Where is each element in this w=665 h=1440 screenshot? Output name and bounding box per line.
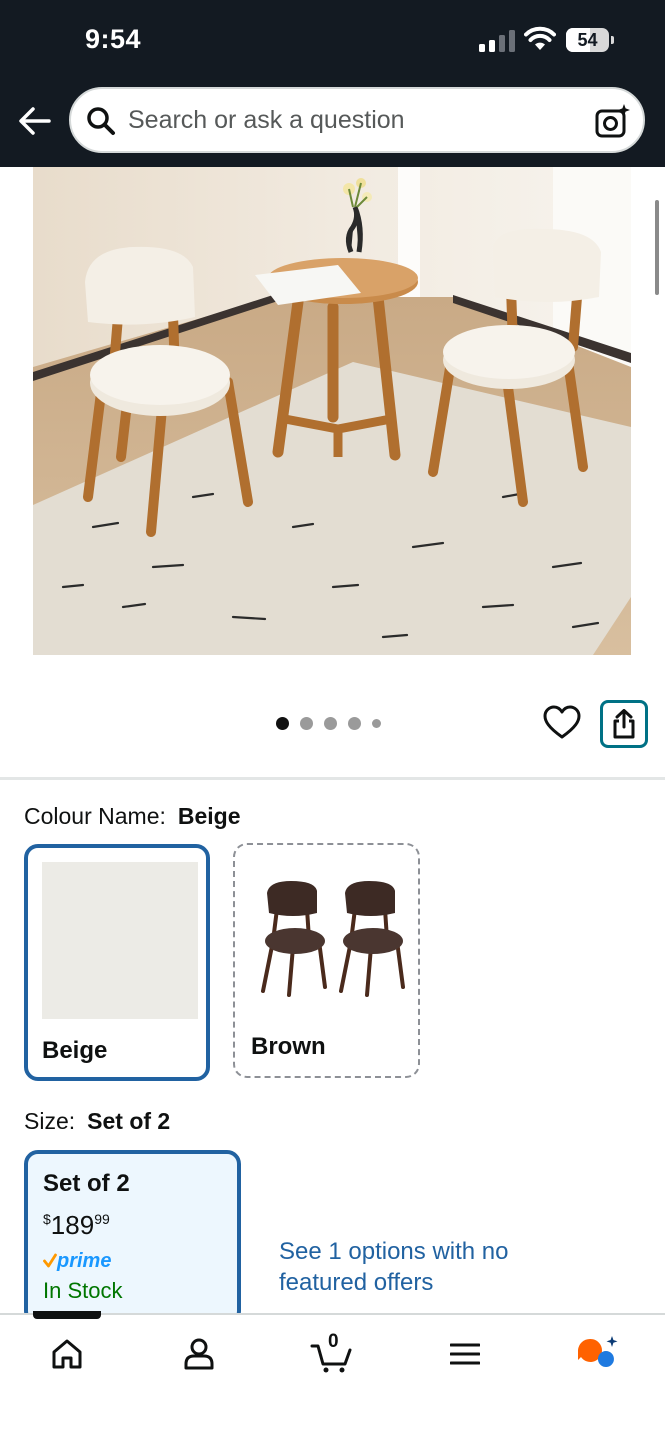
prime-badge: prime xyxy=(43,1250,111,1274)
colour-swatch-brown[interactable]: Brown xyxy=(233,843,420,1078)
colour-label-text: Colour Name: xyxy=(24,803,166,829)
size-label-text: Size: xyxy=(24,1108,76,1134)
menu-icon xyxy=(450,1343,480,1365)
size-option-title: Set of 2 xyxy=(43,1170,130,1197)
colour-swatch-beige[interactable]: Beige xyxy=(24,844,210,1081)
price-symbol: $ xyxy=(43,1211,51,1227)
wishlist-heart-icon[interactable] xyxy=(543,704,581,742)
share-button[interactable] xyxy=(600,700,648,748)
image-carousel-dots[interactable] xyxy=(276,716,381,730)
nav-rufus[interactable] xyxy=(567,1329,627,1379)
colour-selected-value: Beige xyxy=(177,803,241,829)
tab-indicator xyxy=(33,1311,101,1319)
carousel-dot[interactable] xyxy=(348,716,361,730)
search-bar[interactable] xyxy=(69,87,645,153)
availability-status: In Stock xyxy=(43,1278,123,1303)
swatch-label: Beige xyxy=(42,1037,108,1064)
brown-chairs-thumbnail xyxy=(261,881,405,997)
status-time: 9:54 xyxy=(85,24,142,54)
back-arrow-icon[interactable] xyxy=(18,104,52,138)
cart-count: 0 xyxy=(328,1331,339,1352)
prime-label: prime xyxy=(57,1250,112,1272)
wifi-icon xyxy=(524,26,556,50)
carousel-dot[interactable] xyxy=(324,716,337,730)
price: $18999 xyxy=(43,1210,110,1241)
search-icon xyxy=(87,107,115,135)
battery-level: 54 xyxy=(577,30,598,50)
carousel-dot[interactable] xyxy=(372,718,381,728)
cellular-signal-icon xyxy=(479,30,515,52)
share-icon xyxy=(613,709,635,739)
nav-cart[interactable]: 0 xyxy=(302,1329,362,1379)
camera-search-icon[interactable] xyxy=(595,103,631,139)
swatch-label: Brown xyxy=(251,1033,326,1060)
product-image[interactable] xyxy=(33,167,631,655)
battery-indicator: 54 xyxy=(566,28,614,52)
carousel-dot[interactable] xyxy=(300,716,313,730)
nav-account[interactable] xyxy=(169,1329,229,1379)
price-whole: 189 xyxy=(50,1210,95,1240)
size-selected-value: Set of 2 xyxy=(87,1108,171,1134)
size-option-set-of-2[interactable]: Set of 2 $18999 prime In Stock xyxy=(24,1150,241,1325)
scroll-indicator xyxy=(655,200,659,295)
prime-check-icon xyxy=(43,1253,57,1268)
price-fraction: 99 xyxy=(94,1211,110,1227)
home-icon xyxy=(52,1339,82,1369)
section-divider xyxy=(0,777,665,780)
rufus-assistant-icon xyxy=(578,1336,618,1367)
beige-fabric-thumbnail xyxy=(42,862,198,1019)
nav-home[interactable] xyxy=(37,1329,97,1379)
bottom-nav: 0 xyxy=(0,1313,665,1440)
nav-menu[interactable] xyxy=(435,1329,495,1379)
account-icon xyxy=(184,1338,214,1370)
carousel-dot[interactable] xyxy=(276,716,289,730)
search-input[interactable] xyxy=(128,89,568,151)
colour-name-label: Colour Name: Beige xyxy=(24,803,241,830)
size-label: Size: Set of 2 xyxy=(24,1108,170,1135)
see-options-link[interactable]: See 1 options with no featured offers xyxy=(279,1236,539,1298)
app-header: 9:54 54 xyxy=(0,0,665,167)
